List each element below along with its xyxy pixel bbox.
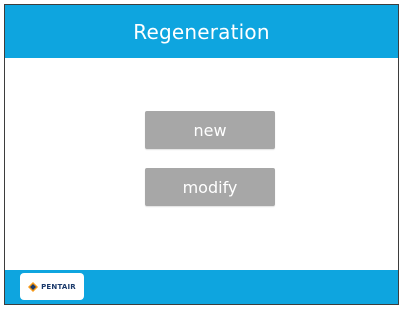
- modify-button[interactable]: modify: [145, 168, 275, 206]
- pentair-logo: PENTAIR: [20, 273, 84, 300]
- pentair-diamond-icon: [28, 281, 39, 292]
- page-title: Regeneration: [133, 19, 270, 44]
- logo-text: PENTAIR: [41, 282, 76, 291]
- header-bar: Regeneration: [5, 5, 398, 58]
- screen: Regeneration new modify PENTAIR: [4, 4, 399, 305]
- footer-bar: PENTAIR: [5, 270, 398, 304]
- device-frame: Regeneration new modify PENTAIR: [0, 0, 403, 309]
- new-button[interactable]: new: [145, 111, 275, 149]
